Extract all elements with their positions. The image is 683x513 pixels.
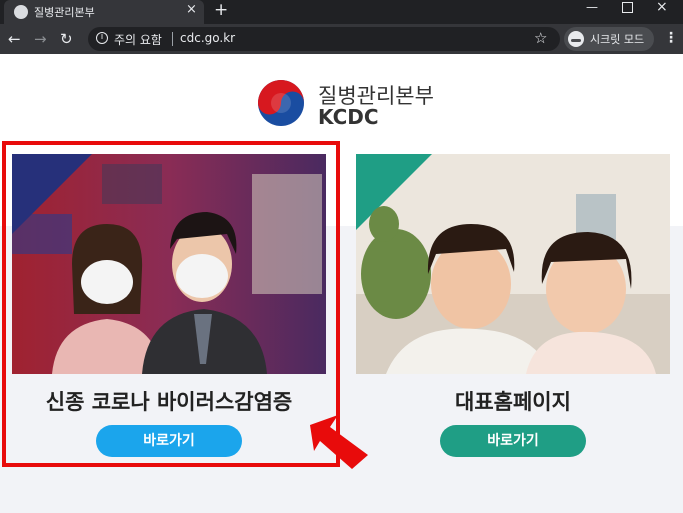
forward-button[interactable]: →	[34, 30, 47, 48]
go-button-homepage[interactable]: 바로가기	[440, 425, 586, 457]
incognito-icon	[568, 31, 584, 47]
kcdc-logo-icon[interactable]	[256, 78, 306, 128]
card-homepage-image[interactable]	[356, 154, 670, 374]
tab-close-icon[interactable]: ×	[186, 2, 197, 17]
pointer-arrow-icon	[310, 415, 368, 469]
incognito-label: 시크릿 모드	[590, 33, 645, 46]
security-warning[interactable]: 주의 요함	[114, 31, 162, 48]
org-name-en: KCDC	[318, 105, 379, 129]
card-title-homepage: 대표홈페이지	[455, 390, 571, 414]
reload-button[interactable]: ↻	[60, 30, 73, 48]
browser-toolbar: ← → ↻ i 주의 요함 cdc.go.kr ☆ 시크릿 모드 ⋮	[0, 24, 683, 54]
bookmark-star-icon[interactable]: ☆	[534, 29, 547, 47]
favicon-icon	[14, 5, 28, 19]
highlight-box	[2, 141, 340, 467]
back-button[interactable]: ←	[8, 30, 21, 48]
browser-titlebar: 질병관리본부 × + — ×	[0, 0, 683, 24]
browser-tab[interactable]: 질병관리본부 ×	[4, 0, 204, 24]
divider	[172, 32, 173, 46]
incognito-badge[interactable]: 시크릿 모드	[564, 27, 654, 51]
window-close-button[interactable]: ×	[656, 0, 668, 15]
address-bar[interactable]: i 주의 요함 cdc.go.kr ☆	[88, 27, 560, 51]
minimize-button[interactable]: —	[586, 0, 598, 14]
maximize-button[interactable]	[622, 2, 633, 13]
url-text[interactable]: cdc.go.kr	[180, 31, 235, 45]
homepage-photo	[356, 154, 670, 374]
browser-menu-icon[interactable]: ⋮	[664, 30, 678, 46]
new-tab-button[interactable]: +	[214, 0, 228, 20]
tab-title: 질병관리본부	[34, 6, 95, 19]
info-icon[interactable]: i	[96, 32, 108, 44]
